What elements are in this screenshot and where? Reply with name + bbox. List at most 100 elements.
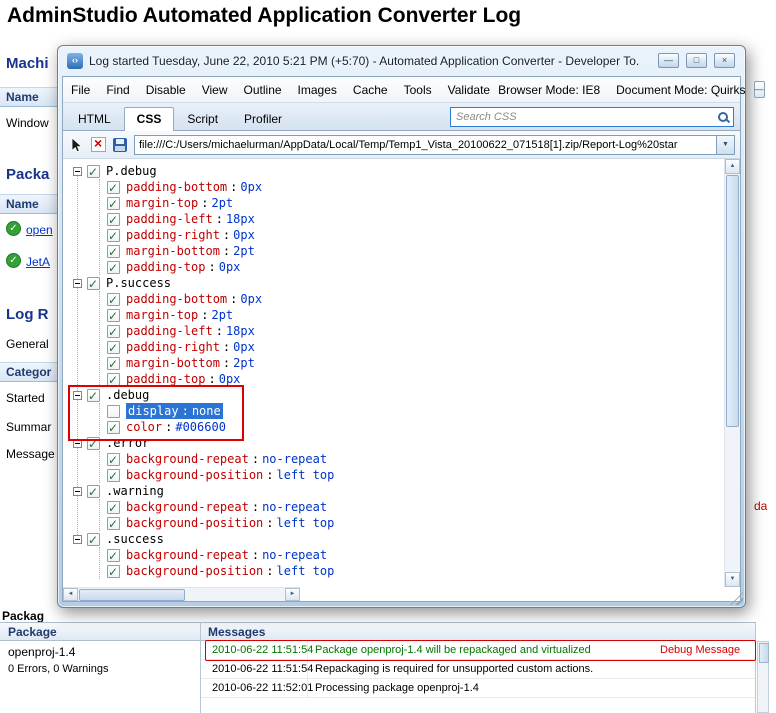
css-property-row[interactable]: background-repeat:no-repeat — [107, 547, 724, 563]
tab-profiler[interactable]: Profiler — [231, 107, 295, 130]
property-checkbox[interactable] — [107, 309, 120, 322]
scrollbar-thumb[interactable] — [726, 175, 739, 427]
css-rule-row[interactable]: .debug — [73, 387, 724, 403]
css-rule-row[interactable]: P.success — [73, 275, 724, 291]
menu-disable[interactable]: Disable — [138, 83, 194, 97]
property-checkbox[interactable] — [107, 229, 120, 242]
disable-css-icon[interactable] — [91, 137, 106, 152]
menu-tools[interactable]: Tools — [396, 83, 440, 97]
css-property-row[interactable]: background-position:left top — [107, 467, 724, 483]
debug-message-annotation-label: Debug Message — [660, 644, 740, 656]
menu-find[interactable]: Find — [98, 83, 137, 97]
property-checkbox[interactable] — [107, 181, 120, 194]
tab-html[interactable]: HTML — [65, 107, 124, 130]
colon: : — [223, 227, 230, 243]
window-title[interactable]: Log started Tuesday, June 22, 2010 5:21 … — [89, 54, 639, 68]
css-property-row[interactable]: padding-left:18px — [107, 211, 724, 227]
css-property-row[interactable]: padding-top:0px — [107, 371, 724, 387]
property-checkbox[interactable] — [107, 373, 120, 386]
menu-view[interactable]: View — [194, 83, 236, 97]
css-rule-row[interactable]: .success — [73, 531, 724, 547]
package-link-jetaudio[interactable]: JetA — [26, 255, 50, 269]
property-checkbox[interactable] — [107, 565, 120, 578]
property-checkbox[interactable] — [107, 469, 120, 482]
horizontal-scrollbar[interactable]: ◄ ► — [63, 587, 300, 601]
scroll-right-button[interactable]: ► — [285, 588, 300, 601]
property-checkbox[interactable] — [107, 213, 120, 226]
property-checkbox[interactable] — [107, 245, 120, 258]
menu-validate[interactable]: Validate — [440, 83, 498, 97]
css-property-row[interactable]: color:#006600 — [107, 419, 724, 435]
minimize-button[interactable]: — — [658, 53, 679, 68]
tab-script[interactable]: Script — [174, 107, 231, 130]
tab-css[interactable]: CSS — [124, 107, 175, 131]
property-checkbox[interactable] — [107, 421, 120, 434]
messages-scrollbar[interactable] — [757, 641, 769, 713]
css-property-row[interactable]: padding-right:0px — [107, 339, 724, 355]
search-input[interactable] — [451, 111, 717, 123]
menu-file[interactable]: File — [63, 83, 98, 97]
collapse-icon[interactable] — [73, 487, 82, 496]
css-rule-row[interactable]: .warning — [73, 483, 724, 499]
collapse-icon[interactable] — [73, 439, 82, 448]
property-checkbox[interactable] — [107, 261, 120, 274]
rule-checkbox[interactable] — [87, 277, 100, 290]
property-checkbox[interactable] — [107, 341, 120, 354]
scrollbar-thumb[interactable] — [79, 589, 185, 601]
property-checkbox[interactable] — [107, 517, 120, 530]
css-property-row[interactable]: margin-bottom:2pt — [107, 355, 724, 371]
css-rule-row[interactable]: .error — [73, 435, 724, 451]
css-property-row[interactable]: margin-top:2pt — [107, 195, 724, 211]
css-rule-row[interactable]: P.debug — [73, 163, 724, 179]
scroll-down-button[interactable]: ▼ — [725, 572, 740, 587]
document-mode[interactable]: Document Mode: Quirks — [616, 83, 745, 97]
rule-checkbox[interactable] — [87, 437, 100, 450]
property-checkbox-unchecked[interactable] — [107, 405, 120, 418]
css-property-row[interactable]: padding-right:0px — [107, 227, 724, 243]
maximize-button[interactable]: □ — [686, 53, 707, 68]
css-property-row[interactable]: background-repeat:no-repeat — [107, 499, 724, 515]
css-property-row[interactable]: margin-top:2pt — [107, 307, 724, 323]
rule-checkbox[interactable] — [87, 389, 100, 402]
vertical-scrollbar[interactable]: ▲ ▼ — [724, 159, 740, 587]
unpin-button[interactable]: — — [754, 81, 765, 98]
css-property-row-selected[interactable]: display:none — [107, 403, 724, 419]
css-property-row[interactable]: padding-bottom:0px — [107, 291, 724, 307]
css-property-row[interactable]: background-position:left top — [107, 563, 724, 579]
file-path-combobox[interactable]: file:///C:/Users/michaelurman/AppData/Lo… — [134, 135, 735, 155]
property-checkbox[interactable] — [107, 357, 120, 370]
menu-images[interactable]: Images — [290, 83, 345, 97]
scroll-left-button[interactable]: ◄ — [63, 588, 78, 601]
collapse-icon[interactable] — [73, 167, 82, 176]
select-element-cursor-icon[interactable] — [68, 137, 84, 153]
combobox-dropdown-button[interactable]: ▼ — [716, 136, 734, 154]
property-checkbox[interactable] — [107, 501, 120, 514]
scrollbar-thumb[interactable] — [759, 643, 769, 663]
menu-outline[interactable]: Outline — [236, 83, 290, 97]
collapse-icon[interactable] — [73, 391, 82, 400]
rule-checkbox[interactable] — [87, 533, 100, 546]
property-value: left top — [277, 515, 335, 531]
rule-checkbox[interactable] — [87, 165, 100, 178]
css-property-row[interactable]: margin-bottom:2pt — [107, 243, 724, 259]
property-checkbox[interactable] — [107, 293, 120, 306]
property-checkbox[interactable] — [107, 325, 120, 338]
css-property-row[interactable]: padding-top:0px — [107, 259, 724, 275]
menu-cache[interactable]: Cache — [345, 83, 396, 97]
css-property-row[interactable]: background-position:left top — [107, 515, 724, 531]
package-link-openproj[interactable]: open — [26, 223, 53, 237]
scroll-up-button[interactable]: ▲ — [725, 159, 740, 174]
rule-checkbox[interactable] — [87, 485, 100, 498]
css-property-row[interactable]: padding-bottom:0px — [107, 179, 724, 195]
collapse-icon[interactable] — [73, 535, 82, 544]
css-property-row[interactable]: padding-left:18px — [107, 323, 724, 339]
collapse-icon[interactable] — [73, 279, 82, 288]
property-checkbox[interactable] — [107, 453, 120, 466]
property-checkbox[interactable] — [107, 197, 120, 210]
save-icon[interactable] — [113, 138, 127, 152]
property-checkbox[interactable] — [107, 549, 120, 562]
browser-mode[interactable]: Browser Mode: IE8 — [498, 83, 600, 97]
css-property-row[interactable]: background-repeat:no-repeat — [107, 451, 724, 467]
close-button[interactable]: × — [714, 53, 735, 68]
search-box[interactable] — [450, 107, 734, 127]
